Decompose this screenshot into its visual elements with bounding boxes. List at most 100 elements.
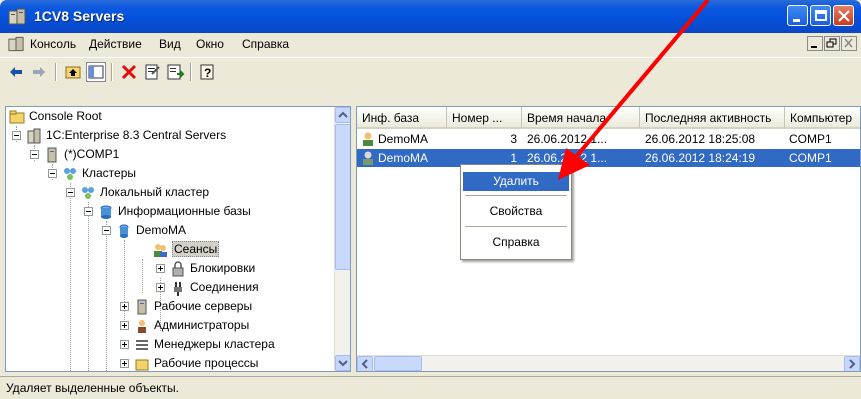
tree-label: (*)COMP1	[64, 147, 120, 161]
scroll-down-button[interactable]	[335, 355, 350, 371]
cell-last-activity: 26.06.2012 18:25:08	[645, 132, 756, 146]
column-header-infobase[interactable]: Инф. база	[357, 107, 447, 129]
tree-item-comp1[interactable]: (*)COMP1	[44, 145, 119, 164]
up-level-icon[interactable]	[63, 62, 83, 82]
collapse-toggle[interactable]	[102, 226, 111, 235]
plug-icon	[170, 280, 186, 296]
tree-label: Кластеры	[82, 166, 136, 180]
collapse-toggle[interactable]	[30, 150, 39, 159]
context-menu-help[interactable]: Справка	[463, 233, 569, 252]
menu-action[interactable]: Действие	[89, 37, 142, 51]
list-horizontal-scrollbar[interactable]	[357, 355, 860, 371]
delete-icon[interactable]	[119, 62, 139, 82]
menu-window[interactable]: Окно	[196, 37, 224, 51]
status-text: Удаляет выделенные объекты.	[6, 381, 179, 395]
tree-label: 1C:Enterprise 8.3 Central Servers	[46, 128, 227, 142]
console-tree-panel[interactable]: Console Root 1C:Enterprise 8.3 Central S…	[5, 106, 351, 372]
tree-item-clusters[interactable]: Кластеры	[62, 164, 136, 183]
tree-item-infobases[interactable]: Информационные базы	[98, 202, 251, 221]
tree-item-console-root[interactable]: Console Root	[9, 107, 102, 126]
status-bar: Удаляет выделенные объекты.	[0, 376, 861, 399]
expand-toggle[interactable]	[120, 340, 129, 349]
scroll-up-button[interactable]	[335, 107, 350, 123]
tree-item-central-servers[interactable]: 1C:Enterprise 8.3 Central Servers	[26, 126, 226, 145]
expand-toggle[interactable]	[156, 264, 165, 273]
scroll-thumb[interactable]	[335, 124, 350, 270]
table-row-selected[interactable]: DemoMA 1 26.06.2012 1... 26.06.2012 18:2…	[357, 149, 860, 167]
server-icon	[134, 299, 150, 315]
title-bar[interactable]: 1CV8 Servers	[0, 0, 861, 33]
menu-bar: Консоль Действие Вид Окно Справка	[0, 33, 861, 55]
tree-label: Информационные базы	[118, 204, 251, 218]
help-icon[interactable]: ?	[198, 62, 218, 82]
show-tree-button[interactable]	[86, 62, 106, 82]
forward-arrow-icon[interactable]	[29, 62, 49, 82]
console-menu-icon[interactable]	[8, 36, 24, 52]
column-header-number[interactable]: Номер ...	[447, 107, 522, 129]
properties-icon[interactable]	[142, 62, 162, 82]
export-list-icon[interactable]	[165, 62, 185, 82]
lock-icon	[170, 261, 186, 277]
manager-icon	[134, 337, 150, 353]
menu-console[interactable]: Консоль	[30, 37, 76, 51]
collapse-toggle[interactable]	[66, 188, 75, 197]
scroll-left-button[interactable]	[357, 356, 373, 371]
tree-label: Соединения	[190, 280, 259, 294]
column-header-start-time[interactable]: Время начала	[522, 107, 640, 129]
tree-item-connections[interactable]: Соединения	[170, 278, 259, 297]
tree-label: Сеансы	[172, 241, 220, 257]
servers-app-icon	[8, 8, 26, 25]
cell-number: 3	[510, 132, 517, 146]
menu-view[interactable]: Вид	[159, 37, 181, 51]
scroll-thumb[interactable]	[374, 356, 422, 371]
back-arrow-icon[interactable]	[6, 62, 26, 82]
tree-item-locks[interactable]: Блокировки	[170, 259, 255, 278]
servers-icon	[26, 128, 42, 144]
user-icon	[360, 149, 376, 167]
tree-item-local-cluster[interactable]: Локальный кластер	[80, 183, 209, 202]
close-button[interactable]	[833, 5, 854, 26]
tree-item-demoma[interactable]: DemoMA	[116, 221, 186, 240]
expand-toggle[interactable]	[120, 302, 129, 311]
collapse-toggle[interactable]	[48, 169, 57, 178]
maximize-button[interactable]	[810, 5, 831, 26]
cell-computer: COMP1	[789, 132, 832, 146]
menu-help[interactable]: Справка	[242, 37, 289, 51]
collapse-toggle[interactable]	[12, 131, 21, 140]
toolbar: ?	[0, 57, 861, 85]
table-row[interactable]: DemoMA 3 26.06.2012 1... 26.06.2012 18:2…	[357, 130, 860, 148]
tree-label: Рабочие серверы	[154, 299, 253, 313]
mdi-restore-button[interactable]	[824, 36, 840, 51]
tree-label: Администраторы	[154, 318, 250, 332]
cell-infobase: DemoMA	[378, 151, 429, 165]
tree-item-work-servers[interactable]: Рабочие серверы	[134, 297, 252, 316]
cell-last-activity: 26.06.2012 18:24:19	[645, 151, 756, 165]
scroll-right-button[interactable]	[844, 356, 860, 371]
console-tree-icon	[88, 65, 104, 79]
tree-item-sessions[interactable]: Сеансы	[152, 240, 220, 259]
tree-item-work-processes[interactable]: Рабочие процессы	[134, 354, 258, 371]
sessions-list-panel[interactable]: Инф. база Номер ... Время начала Последн…	[356, 106, 861, 372]
menu-separator	[465, 226, 567, 227]
column-header-last-activity[interactable]: Последняя активность	[640, 107, 785, 129]
column-header-computer[interactable]: Компьютер	[785, 107, 860, 129]
minimize-button[interactable]	[787, 5, 808, 26]
collapse-toggle[interactable]	[84, 207, 93, 216]
users-icon	[152, 242, 168, 258]
mdi-minimize-button[interactable]	[807, 36, 823, 51]
context-menu-delete[interactable]: Удалить	[463, 172, 569, 191]
context-menu-properties[interactable]: Свойства	[463, 202, 569, 221]
tree-item-cluster-managers[interactable]: Менеджеры кластера	[134, 335, 275, 354]
folder-icon	[9, 109, 25, 125]
expand-toggle[interactable]	[120, 359, 129, 368]
cell-infobase: DemoMA	[378, 132, 429, 146]
context-menu: Удалить Свойства Справка	[460, 164, 572, 260]
tree-label: Менеджеры кластера	[154, 337, 275, 351]
mdi-close-button[interactable]	[841, 36, 857, 51]
cluster-icon	[80, 185, 96, 201]
expand-toggle[interactable]	[120, 321, 129, 330]
user-icon	[360, 130, 376, 148]
expand-toggle[interactable]	[156, 283, 165, 292]
tree-item-admins[interactable]: Администраторы	[134, 316, 249, 335]
tree-vertical-scrollbar[interactable]	[334, 107, 350, 371]
